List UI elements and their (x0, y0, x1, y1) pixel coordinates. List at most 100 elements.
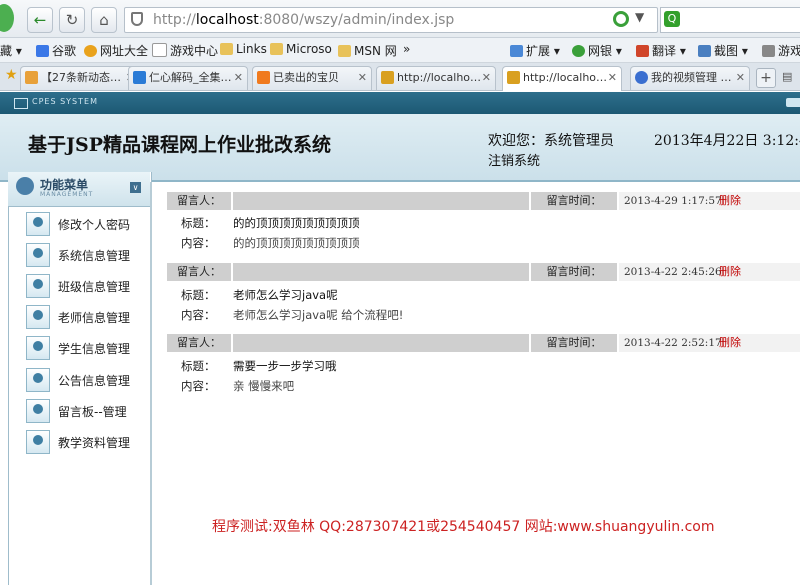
content-label: 内容： (181, 308, 216, 322)
close-icon[interactable]: ✕ (358, 67, 367, 89)
folder-icon (220, 43, 233, 55)
browser-logo-icon (0, 4, 14, 32)
user-icon (26, 430, 50, 454)
games-button[interactable]: 游戏 (762, 42, 800, 59)
translate-button[interactable]: 翻译 ▾ (636, 42, 686, 59)
tab-favicon-icon (25, 71, 38, 84)
star-icon[interactable]: ★ (5, 67, 18, 83)
url-text: http://localhost:8080/wszy/admin/index.j… (153, 12, 454, 28)
user-icon (26, 243, 50, 267)
sidebar-item-teaching-materials[interactable]: 教学资料管理 (26, 430, 146, 454)
google-icon (36, 45, 49, 57)
extensions-button[interactable]: 扩展 ▾ (510, 42, 560, 59)
close-icon[interactable]: ✕ (608, 67, 617, 89)
sidebar-item-notice-info[interactable]: 公告信息管理 (26, 368, 146, 392)
sidebar-item-system-info[interactable]: 系统信息管理 (26, 243, 146, 267)
sidebar-item-class-info[interactable]: 班级信息管理 (26, 274, 146, 298)
poster-label: 留言人： (177, 265, 221, 278)
close-icon[interactable]: ✕ (482, 67, 491, 89)
search-icon: Q (664, 11, 680, 27)
message-content: 老师怎么学习java呢 给个流程吧! (233, 308, 404, 322)
delete-link[interactable]: 删除 (719, 263, 741, 281)
refresh-button[interactable]: ↻ (59, 7, 85, 33)
sites-icon (84, 45, 97, 57)
subject-label: 标题： (181, 359, 216, 373)
screenshot-button[interactable]: 截图 ▾ (698, 42, 748, 59)
user-icon (26, 305, 50, 329)
message-title-row: 标题： 的的顶顶顶顶顶顶顶顶顶 (167, 213, 797, 231)
message-time: 2013-4-29 1:17:57 (619, 192, 800, 210)
sidebar-item-change-password[interactable]: 修改个人密码 (26, 212, 146, 236)
logout-link[interactable]: 注销系统 (488, 150, 540, 169)
sidebar-item-teacher-info[interactable]: 老师信息管理 (26, 305, 146, 329)
close-icon[interactable]: ✕ (234, 67, 243, 89)
close-icon[interactable]: ✕ (736, 67, 745, 89)
content-label: 内容： (181, 379, 216, 393)
browser-tab[interactable]: 我的视频管理 … ✕ (630, 66, 750, 90)
panel-splitter[interactable] (150, 182, 152, 585)
bank-button[interactable]: 网银 ▾ (572, 42, 622, 59)
user-icon (26, 399, 50, 423)
message-content: 亲 慢慢来吧 (233, 379, 295, 393)
tab-favicon-icon (257, 71, 270, 84)
message-time: 2013-4-22 2:52:17 (619, 334, 800, 352)
delete-link[interactable]: 删除 (719, 334, 741, 352)
sidebar-item-guestbook[interactable]: 留言板--管理 (26, 399, 146, 423)
browser-tab[interactable]: 已卖出的宝贝 ✕ (252, 66, 372, 90)
user-icon (26, 212, 50, 236)
sidebar-item-student-info[interactable]: 学生信息管理 (26, 336, 146, 360)
message-content-row: 内容： 的的顶顶顶顶顶顶顶顶顶 (167, 233, 797, 251)
message-content: 的的顶顶顶顶顶顶顶顶顶 (233, 236, 360, 250)
dropdown-icon[interactable]: ▼ (635, 10, 644, 24)
bookmark-google[interactable]: 谷歌 (36, 42, 76, 59)
browser-tab[interactable]: 【27条新动态…✕ (20, 66, 140, 90)
page-icon (152, 43, 167, 57)
browser-tab[interactable]: 仁心解码_全集… ✕ (128, 66, 248, 90)
message-content-row: 内容： 老师怎么学习java呢 给个流程吧! (167, 305, 797, 323)
test-info-footer: 程序测试:双鱼林 QQ:287307421或254540457 网站:www.s… (212, 519, 715, 535)
folder-icon (338, 45, 351, 57)
menu-header: 功能菜单 MANAGEMENT ∨ (8, 172, 150, 207)
tab-favicon-icon (635, 71, 648, 84)
home-button[interactable]: ⌂ (91, 7, 117, 33)
bookmark-sites[interactable]: 网址大全 (84, 42, 148, 59)
message-title: 的的顶顶顶顶顶顶顶顶顶 (233, 216, 360, 230)
system-logo-icon (14, 98, 28, 109)
tab-list-icon[interactable]: ▤ (782, 68, 798, 86)
bookmark-favorites[interactable]: 收藏 ▾ (0, 42, 22, 59)
scissors-icon (698, 45, 711, 57)
divider (231, 334, 233, 352)
bookmark-games[interactable]: 游戏中心 (152, 42, 218, 59)
bookmark-msn[interactable]: MSN 网 (338, 42, 397, 59)
page-title: 基于JSP精品课程网上作业批改系统 (28, 134, 331, 156)
bookmark-links[interactable]: Links (220, 42, 267, 56)
browser-tab[interactable]: http://localho… ✕ (376, 66, 496, 90)
url-prefix: http:// (153, 12, 196, 28)
menu-icon (16, 177, 34, 195)
menu-subtitle: MANAGEMENT (40, 191, 94, 198)
address-bar[interactable]: http://localhost:8080/wszy/admin/index.j… (124, 7, 658, 33)
ie-mode-icon[interactable] (613, 11, 629, 27)
delete-link[interactable]: 删除 (719, 192, 741, 210)
collapse-icon[interactable]: ∨ (130, 182, 141, 193)
welcome-text: 欢迎您：系统管理员 (488, 133, 614, 149)
search-input[interactable]: Q (660, 7, 800, 33)
tab-favicon-icon (381, 71, 394, 84)
subject-label: 标题： (181, 216, 216, 230)
tab-favicon-icon (133, 71, 146, 84)
time-label: 留言时间： (546, 336, 602, 349)
bookmarks-more[interactable]: » (403, 42, 410, 56)
new-tab-button[interactable]: + (756, 68, 776, 88)
back-button[interactable]: ← (27, 7, 53, 33)
poster-label: 留言人： (177, 194, 221, 207)
bank-icon (572, 45, 585, 57)
message-title-row: 标题： 需要一步一步学习哦 (167, 356, 797, 374)
tab-favicon-icon (507, 71, 520, 84)
browser-tab-active[interactable]: http://localho… ✕ (502, 66, 622, 91)
subject-label: 标题： (181, 288, 216, 302)
url-host: localhost (195, 12, 259, 28)
minimize-icon[interactable] (786, 98, 800, 107)
message-title: 需要一步一步学习哦 (233, 359, 337, 373)
divider (231, 192, 233, 210)
bookmark-microsoft[interactable]: Microso (270, 42, 332, 56)
